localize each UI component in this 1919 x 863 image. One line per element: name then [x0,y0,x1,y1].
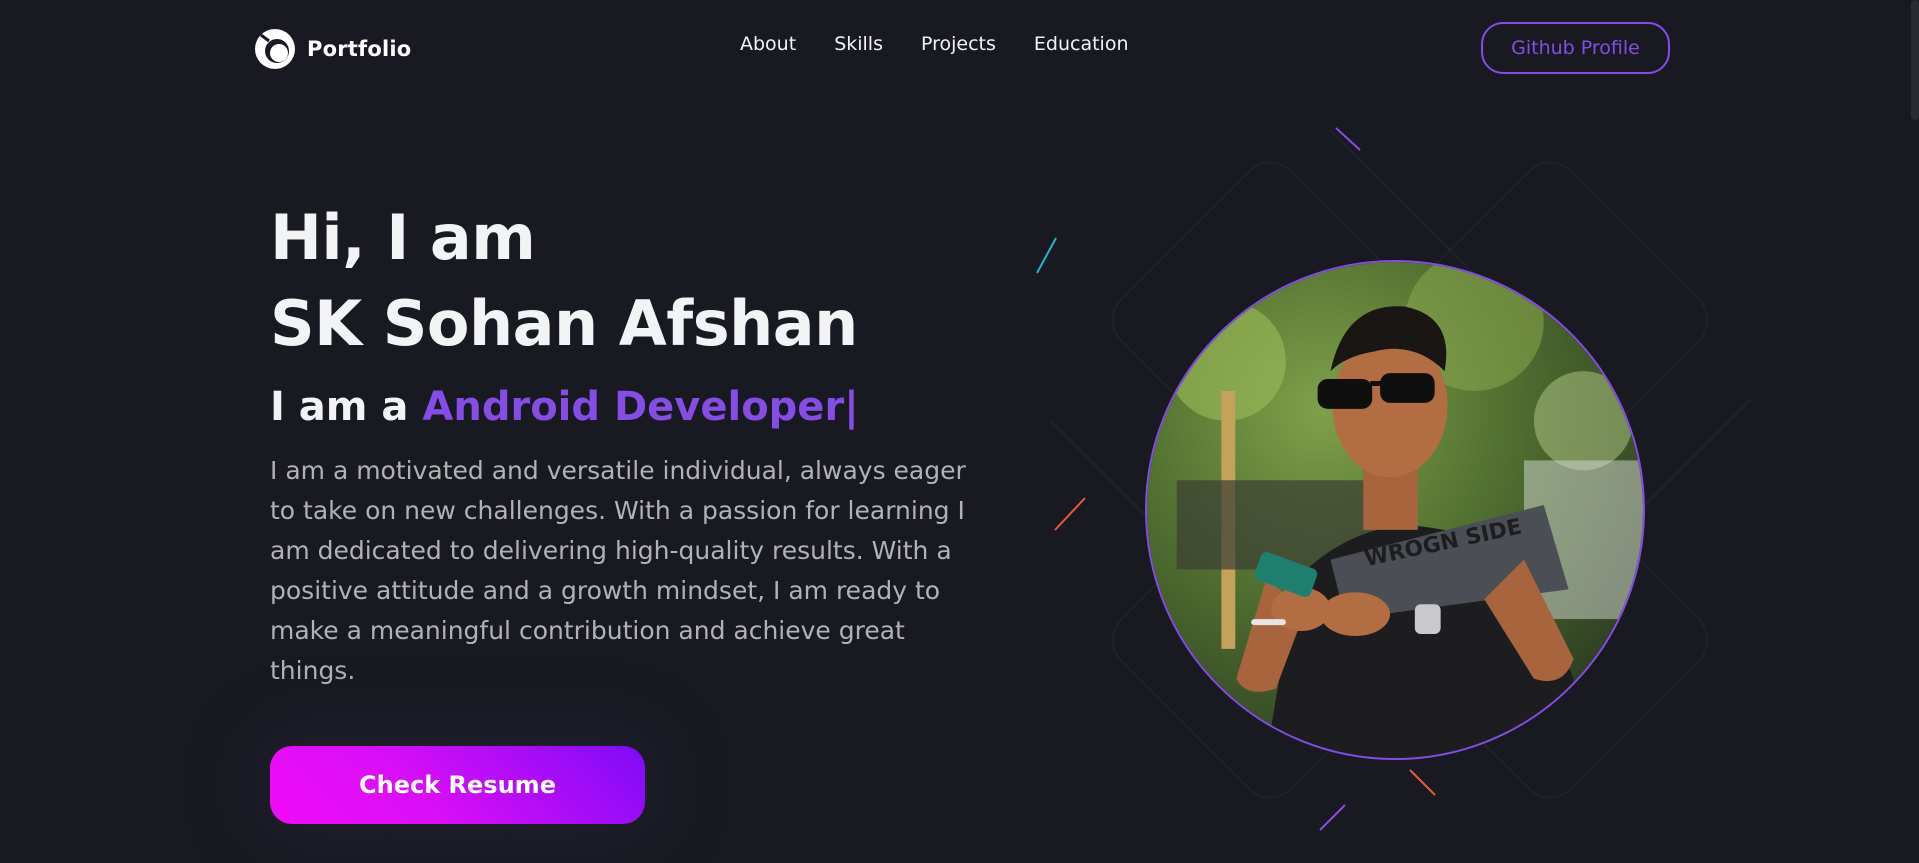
logo-icon [255,29,295,69]
navbar: Portfolio About Skills Projects Educatio… [0,0,1919,96]
nav-link-skills[interactable]: Skills [834,33,883,55]
check-resume-button[interactable]: Check Resume [270,746,645,824]
profile-photo-image: WROGN SIDE [1147,262,1643,758]
nav-link-about[interactable]: About [740,33,796,55]
github-profile-button[interactable]: Github Profile [1481,22,1670,74]
hero-name: SK Sohan Afshan [270,287,858,360]
bio-text: I am a motivated and versatile individua… [270,456,966,685]
role-prefix: I am a [270,384,409,430]
scrollbar[interactable] [1911,0,1919,863]
scrollbar-thumb[interactable] [1911,0,1919,120]
role-line: I am a Android Developer| [270,381,990,433]
role-typewriter: Android Developer| [422,384,859,430]
nav-link-projects[interactable]: Projects [921,33,996,55]
logo[interactable]: Portfolio [253,27,411,71]
greeting: Hi, I am [270,201,536,274]
profile-photo: WROGN SIDE [1145,260,1645,760]
nav-link-education[interactable]: Education [1034,33,1129,55]
logo-text: Portfolio [307,37,412,61]
hero-text: Hi, I am SK Sohan Afshan I am a Android … [270,195,990,691]
nav-links: About Skills Projects Education [740,33,1129,55]
